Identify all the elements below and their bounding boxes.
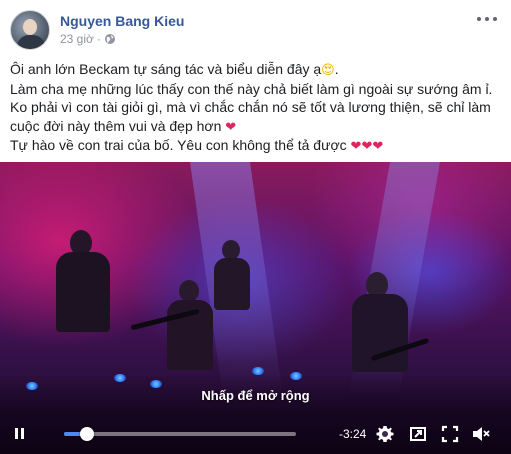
stage-lamp <box>252 367 264 375</box>
performer-body <box>352 294 408 372</box>
dot <box>477 17 481 21</box>
meta-separator: · <box>96 32 101 46</box>
caption-line-4: cuộc đời này thêm vui và đẹp hơn ❤ <box>10 117 502 137</box>
more-options-icon[interactable] <box>477 12 497 26</box>
performer <box>212 240 252 310</box>
progress-scrubber[interactable] <box>80 427 95 441</box>
author-name[interactable]: Nguyen Bang Kieu <box>60 13 184 29</box>
avatar-face <box>23 19 37 35</box>
performer <box>52 230 112 340</box>
caption-line-2: Làm cha mẹ những lúc thấy con thế này ch… <box>10 80 493 97</box>
post-caption: Ôi anh lớn Beckam tự sáng tác và biểu di… <box>10 60 502 156</box>
dot <box>493 17 497 21</box>
performer-body <box>56 252 110 332</box>
performer <box>165 280 215 370</box>
performer-body <box>214 258 250 310</box>
post-meta: 23 giờ · <box>60 32 116 46</box>
remaining-time: -3:24 <box>339 427 367 441</box>
pause-icon[interactable] <box>13 426 27 442</box>
stage-lamp <box>290 372 302 380</box>
avatar[interactable] <box>10 10 50 50</box>
caption-text: Tự hào về con trai của bố. Yêu con không… <box>10 137 347 153</box>
expand-hint: Nhấp để mở rộng <box>201 388 310 403</box>
caption-line-1: Ôi anh lớn Beckam tự sáng tác và biểu di… <box>10 60 502 80</box>
heart-eyes-emoji: 😍 <box>321 62 335 77</box>
dot <box>485 17 489 21</box>
video-player[interactable]: Nhấp để mở rộng -3:24 <box>0 162 511 454</box>
globe-icon[interactable] <box>104 33 116 45</box>
volume-muted-icon[interactable] <box>471 424 491 444</box>
video-controls: -3:24 <box>0 414 511 454</box>
post-time[interactable]: 23 giờ <box>60 32 94 46</box>
caption-text: Ôi anh lớn Beckam tự sáng tác và biểu di… <box>10 61 322 77</box>
stage-lamp <box>150 380 162 388</box>
hearts-emoji: ❤❤❤ <box>350 138 384 153</box>
stage-lamp <box>114 374 126 382</box>
expand-icon[interactable] <box>440 424 460 444</box>
caption-line-3: Ko phải vì con tài giỏi gì, mà vì chắc c… <box>10 99 491 115</box>
caption-text-end: . <box>334 61 339 77</box>
post-card: Nguyen Bang Kieu 23 giờ · Ôi anh lớn Bec… <box>0 0 511 454</box>
caption-text: cuộc đời này thêm vui và đẹp hơn <box>10 117 222 134</box>
post-header: Nguyen Bang Kieu 23 giờ · <box>10 10 501 54</box>
performer-head <box>179 280 199 302</box>
gear-icon[interactable] <box>375 424 395 444</box>
avatar-body <box>17 35 45 49</box>
progress-bar[interactable] <box>64 427 296 441</box>
performer-head <box>222 240 240 260</box>
fullscreen-icon[interactable] <box>408 424 428 444</box>
heart-emoji: ❤ <box>225 118 237 134</box>
caption-line-5: Tự hào về con trai của bố. Yêu con không… <box>10 136 502 156</box>
